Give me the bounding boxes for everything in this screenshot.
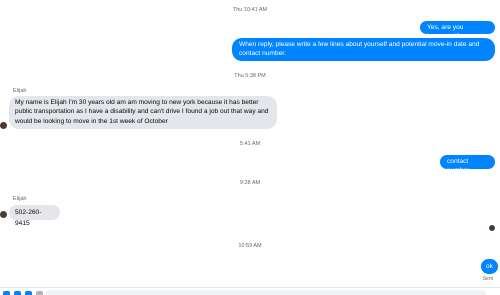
image-icon[interactable] (14, 291, 21, 295)
message-input[interactable] (46, 290, 486, 295)
outgoing-message[interactable]: When reply, please write a few lines abo… (232, 38, 495, 61)
more-actions-icon[interactable] (3, 291, 10, 295)
timestamp: 5:41 AM (239, 141, 261, 147)
timestamp: 9:28 AM (239, 180, 261, 186)
incoming-message[interactable]: My name is Elijah I'm 30 years old am am… (9, 96, 277, 129)
timestamp: Thu 10:41 AM (232, 7, 268, 13)
outgoing-message[interactable]: contact number. (440, 155, 495, 174)
read-receipt-avatar (489, 225, 495, 231)
avatar[interactable] (0, 211, 7, 218)
gif-icon[interactable] (36, 291, 43, 295)
outgoing-message[interactable]: Yes, are you interested? (420, 21, 495, 40)
timestamp: Thu 5:38 PM (234, 73, 266, 79)
sticker-icon[interactable] (25, 291, 32, 295)
message-status: Sent (482, 276, 493, 282)
timestamp: 10:59 AM (238, 243, 262, 249)
sender-name: Elijah (13, 88, 27, 94)
message-thread: Thu 10:41 AM Yes, are you interested? Wh… (0, 0, 500, 294)
sender-name: Elijah (13, 196, 27, 202)
incoming-message[interactable]: 502-260-9415 (9, 205, 60, 227)
outgoing-message[interactable]: ok (481, 259, 498, 274)
avatar[interactable] (0, 122, 7, 129)
